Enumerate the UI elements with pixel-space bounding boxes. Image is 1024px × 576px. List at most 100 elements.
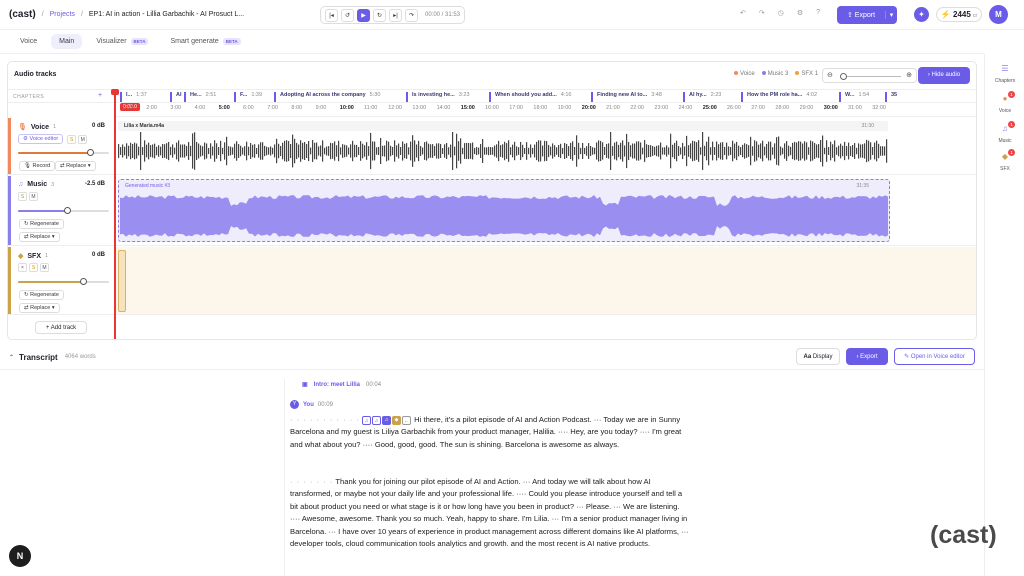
close-icon[interactable]: × xyxy=(18,263,27,272)
breadcrumb-projects[interactable]: Projects xyxy=(50,11,75,18)
mute-button[interactable]: M xyxy=(78,134,88,144)
add-chapter-icon[interactable]: + xyxy=(98,92,102,99)
forward-icon[interactable]: ↻ xyxy=(373,8,386,22)
app-logo[interactable]: (cast) xyxy=(9,9,36,20)
volume-slider[interactable] xyxy=(18,207,109,214)
history-icon[interactable]: ◷ xyxy=(778,9,784,17)
replace-button[interactable]: ⇄ Replace ▾ xyxy=(55,161,96,171)
redo-icon[interactable]: ↷ xyxy=(759,9,765,17)
transcript-paragraph[interactable]: · · · · · · · Thank you for joining our … xyxy=(290,476,690,550)
volume-slider-knob[interactable] xyxy=(79,278,87,285)
play-button[interactable]: ▶ xyxy=(357,8,370,22)
music-clip[interactable]: Generated music #3 31:35 xyxy=(118,179,890,242)
chapter-marker[interactable]: F... 1:39 xyxy=(234,92,272,102)
chapter-marker[interactable]: He... 2:51 xyxy=(184,92,232,102)
solo-button[interactable]: S xyxy=(29,263,38,272)
tab-voice[interactable]: Voice xyxy=(12,34,45,49)
chapter-marker[interactable]: When should you add... 4:16 xyxy=(489,92,589,102)
sfx-icon: ◆ xyxy=(18,253,24,260)
chevron-down-icon[interactable]: ▾ xyxy=(885,11,897,19)
chapter-marker[interactable]: W... 1:54 xyxy=(839,92,883,102)
voice-editor-button[interactable]: ⚙ Voice editor xyxy=(18,134,64,144)
tab-main[interactable]: Main xyxy=(51,34,83,49)
clip-name: Generated music #3 xyxy=(125,183,171,189)
pause-marker: · · · · · · · · · · · xyxy=(290,415,360,424)
ruler-tick: 24:00 xyxy=(678,105,693,111)
settings-icon[interactable]: ⚙ xyxy=(797,9,803,17)
export-button[interactable]: ⇪ Export ▾ xyxy=(837,6,897,24)
voice-clip-header[interactable]: Lilia x Maria.m4a 31:30 xyxy=(118,121,888,131)
sfx-marker-icon[interactable]: ◆ xyxy=(392,415,402,425)
volume-slider-knob[interactable] xyxy=(64,207,72,214)
ruler-tick: 19:00 xyxy=(557,105,572,111)
playhead[interactable] xyxy=(111,89,119,339)
mute-button[interactable]: M xyxy=(40,263,49,272)
credits-badge[interactable]: ⚡ 2445 cr xyxy=(936,7,982,22)
arrow-left-icon[interactable]: ← xyxy=(402,415,412,425)
track-volume-db: -2.5 dB xyxy=(84,181,105,187)
mute-button[interactable]: M xyxy=(29,192,38,201)
section-heading[interactable]: ▣ Intro: meet Lillia 00:04 xyxy=(302,381,381,389)
regenerate-button[interactable]: ↻ Regenerate xyxy=(19,219,64,229)
voice-track: 🎙 Voice 1 0 dB ⚙ Voice editor S M 🎙 Record… xyxy=(8,118,976,175)
sidebar-item-music[interactable]: ♫ 1 Music xyxy=(985,121,1024,144)
beta-badge: BETA xyxy=(222,38,241,45)
music-track: ♫ Music 3 -2.5 dB SM ↻ Regenerate ⇄ Replac… xyxy=(8,176,976,246)
rewind-icon[interactable]: ↺ xyxy=(341,8,354,22)
help-icon[interactable]: ? xyxy=(816,9,820,17)
volume-slider[interactable] xyxy=(18,278,109,285)
replace-button[interactable]: ⇄ Replace ▾ xyxy=(19,303,60,313)
chapter-marker[interactable]: AI hy... 2:23 xyxy=(683,92,738,102)
chapter-marker[interactable]: Finding new AI to... 3:48 xyxy=(591,92,681,102)
solo-button[interactable]: S xyxy=(67,134,77,144)
transcript-export-button[interactable]: › Export xyxy=(846,348,888,365)
sparkle-icon[interactable]: ✦ xyxy=(914,7,929,22)
breadcrumb-episode[interactable]: EP1: AI in action - Lillia Garbachik - A… xyxy=(89,11,244,18)
display-button[interactable]: Aa Display xyxy=(796,348,840,365)
chevron-up-icon[interactable]: ⌃ xyxy=(9,354,14,361)
chapter-name: F... xyxy=(240,92,248,98)
sidebar-item-sfx[interactable]: ◆ 1 SFX xyxy=(985,149,1024,172)
volume-slider-knob[interactable] xyxy=(86,149,94,156)
chapter-marker[interactable]: How the PM role ha... 4:02 xyxy=(741,92,837,102)
replace-button[interactable]: ⇄ Replace ▾ xyxy=(19,232,60,242)
hide-audio-button[interactable]: › Hide audio xyxy=(918,67,970,84)
tab-label: Main xyxy=(59,38,75,45)
chapter-marker[interactable]: Adopting AI across the company 5:30 xyxy=(274,92,402,102)
undo-icon[interactable]: ↶ xyxy=(740,9,746,17)
redo-icon[interactable]: ↷ xyxy=(405,8,418,22)
chapter-marker[interactable]: AI xyxy=(170,92,182,102)
zoom-out-icon[interactable]: ⊖ xyxy=(827,71,833,79)
n-badge-button[interactable]: N xyxy=(9,545,31,567)
sidebar-item-chapters[interactable]: ☰ Chapters xyxy=(985,64,1024,84)
music-marker-icon[interactable]: ♫ xyxy=(382,415,392,425)
add-track-button[interactable]: + Add track xyxy=(35,321,87,334)
regenerate-button[interactable]: ↻ Regenerate xyxy=(19,290,64,300)
chapters-label: CHAPTERS xyxy=(13,94,45,100)
skip-forward-icon[interactable]: ▸| xyxy=(389,8,402,22)
open-voice-editor-button[interactable]: ✎ Open in Voice editor xyxy=(894,348,975,365)
clip-end-time: 31:35 xyxy=(856,183,869,189)
voice-waveform[interactable] xyxy=(118,132,888,170)
solo-button[interactable]: S xyxy=(18,192,27,201)
chapter-marker[interactable]: I... 1:37 xyxy=(120,92,168,102)
sidebar-item-voice[interactable]: ● 1 Voice xyxy=(985,91,1024,114)
chapter-marker[interactable]: Is investing he... 3:23 xyxy=(406,92,486,102)
credits-value: 2445 xyxy=(953,10,971,19)
tab-visualizer[interactable]: Visualizer BETA xyxy=(88,34,156,49)
music-marker-icon[interactable]: ♫ xyxy=(372,415,382,425)
zoom-slider-knob[interactable] xyxy=(840,73,847,80)
record-button[interactable]: 🎙 Record xyxy=(19,161,56,171)
zoom-slider[interactable]: ⊖ ⊕ xyxy=(822,68,917,83)
volume-slider[interactable] xyxy=(18,149,109,156)
music-marker-icon[interactable]: ♫ xyxy=(362,415,372,425)
timeline-ruler[interactable]: 0:00.0 1:00 2:00 3:00 4:00 5:00 6:00 7:00 8:00 9… xyxy=(116,103,976,117)
skip-back-icon[interactable]: |◂ xyxy=(325,8,338,22)
sfx-clip[interactable] xyxy=(118,250,126,312)
transcript-paragraph[interactable]: · · · · · · · · · · · ♫ ♫ ♫ ◆ ← Hi there, it… xyxy=(290,414,695,451)
zoom-in-icon[interactable]: ⊕ xyxy=(906,71,912,79)
tab-smart-generate[interactable]: Smart generate BETA xyxy=(162,34,248,49)
speaker-row[interactable]: Y You 00:09 xyxy=(290,400,333,409)
avatar[interactable]: M xyxy=(989,5,1008,24)
chapter-marker[interactable]: 35 xyxy=(885,92,899,102)
